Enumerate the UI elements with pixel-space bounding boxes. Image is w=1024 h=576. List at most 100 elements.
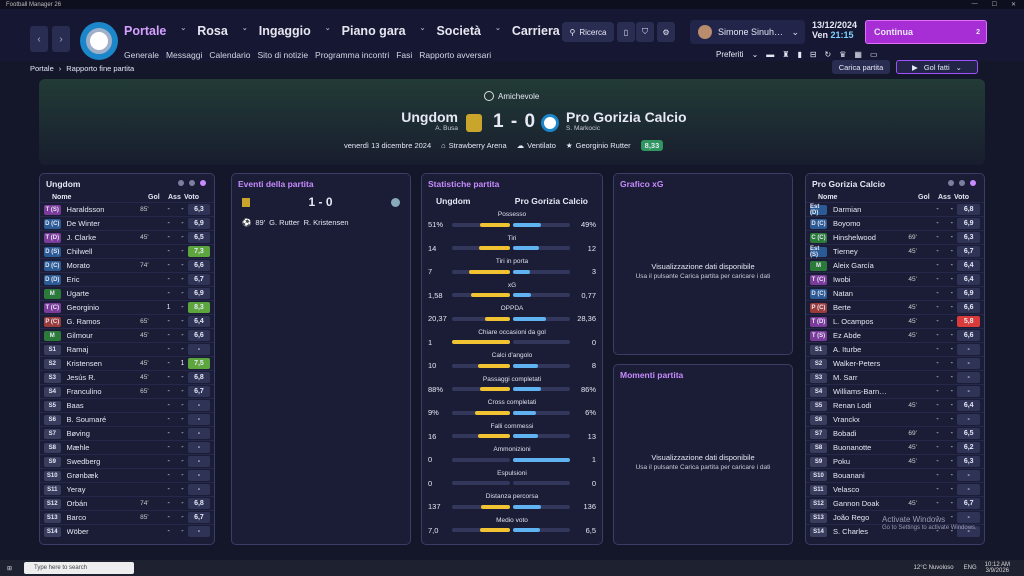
table-row[interactable]: S7 Bobadi 69' - -6,5 <box>806 426 984 440</box>
player-name[interactable]: Orbán <box>67 499 141 508</box>
player-name[interactable]: Hinshelwood <box>833 233 908 242</box>
weather-widget[interactable]: 12°C Nuvoloso <box>914 565 954 571</box>
view-toggle[interactable] <box>178 180 206 186</box>
close-icon[interactable]: ✕ <box>1011 1 1016 8</box>
language-indicator[interactable]: ENG <box>964 565 977 571</box>
chat-icon[interactable]: ▬ <box>766 50 774 59</box>
menu-item-0[interactable]: Portale <box>124 24 166 38</box>
gear-icon[interactable]: ⚙ <box>657 22 675 42</box>
view-toggle[interactable] <box>948 180 976 186</box>
table-row[interactable]: D (C) De Winter - -6,9 <box>40 216 214 230</box>
table-row[interactable]: S1 A. Iturbe - - - <box>806 342 984 356</box>
menu-item-1[interactable]: Rosa <box>197 24 228 38</box>
menu-item-2[interactable]: Ingaggio <box>259 24 311 38</box>
table-row[interactable]: S2 Walker-Peters - - - <box>806 356 984 370</box>
player-name[interactable]: Franculino <box>67 387 141 396</box>
submenu-item-6[interactable]: Rapporto avversari <box>419 50 491 60</box>
player-name[interactable]: Swedberg <box>67 457 141 466</box>
player-name[interactable]: Jesús R. <box>67 373 141 382</box>
player-name[interactable]: De Winter <box>67 219 141 228</box>
table-row[interactable]: T (C) Iwobi 45' - -6,4 <box>806 272 984 286</box>
player-name[interactable]: Boyomo <box>833 219 908 228</box>
player-name[interactable]: Wöber <box>67 527 141 536</box>
player-name[interactable]: G. Ramos <box>67 317 141 326</box>
submenu-item-5[interactable]: Fasi <box>396 50 412 60</box>
table-row[interactable]: T (S) Haraldsson 85' - -6,3 <box>40 202 214 216</box>
player-name[interactable]: B. Soumaré <box>67 415 141 424</box>
table-row[interactable]: S8 Mæhle - - - <box>40 440 214 454</box>
book-icon[interactable]: ▮ <box>797 50 801 59</box>
player-name[interactable]: M. Sarr <box>833 373 908 382</box>
clock[interactable]: 10:12 AM 3/9/2026 <box>985 562 1010 574</box>
player-name[interactable]: Walker-Peters <box>833 359 908 368</box>
player-name[interactable]: Aleix García <box>833 261 908 270</box>
search-button[interactable]: ⚲ Ricerca <box>562 22 614 42</box>
table-row[interactable]: T (D) L. Ocampos 45' - -5,8 <box>806 314 984 328</box>
table-row[interactable]: S4 Williams-Barn… - - - <box>806 384 984 398</box>
submenu-item-3[interactable]: Sito di notizie <box>257 50 308 60</box>
table-row[interactable]: P (C) G. Ramos 65' - -6,4 <box>40 314 214 328</box>
forward-button[interactable]: › <box>52 26 70 52</box>
player-name[interactable]: Grønbæk <box>67 471 141 480</box>
trophy-icon[interactable]: ♛ <box>839 50 846 59</box>
windows-icon[interactable]: ⊞ <box>7 565 12 572</box>
player-name[interactable]: Barco <box>67 513 141 522</box>
refresh-icon[interactable]: ↻ <box>825 50 832 59</box>
stadium[interactable]: Strawberry Arena <box>449 141 507 150</box>
table-row[interactable]: M Gilmour 45' - -6,6 <box>40 328 214 342</box>
table-row[interactable]: S5 Baas - - - <box>40 398 214 412</box>
player-name[interactable]: Bøving <box>67 429 141 438</box>
table-row[interactable]: S6 Vranckx - - - <box>806 412 984 426</box>
player-name[interactable]: Ez Abde <box>833 331 908 340</box>
goal-event[interactable]: ⚽ 89' G. Rutter R. Kristensen <box>232 212 410 233</box>
player-name[interactable]: Vranckx <box>833 415 908 424</box>
away-team[interactable]: Pro Gorizia Calcio S. Markocic <box>566 109 687 132</box>
continue-button[interactable]: Continua 2 <box>865 20 987 44</box>
table-row[interactable]: S6 B. Soumaré - - - <box>40 412 214 426</box>
submenu-item-4[interactable]: Programma incontri <box>315 50 389 60</box>
player-name[interactable]: Natan <box>833 289 908 298</box>
table-row[interactable]: S13 Barco 85' - -6,7 <box>40 510 214 524</box>
grid-icon[interactable]: ▦ <box>854 50 862 59</box>
submenu-item-2[interactable]: Calendario <box>209 50 250 60</box>
player-name[interactable]: Baas <box>67 401 141 410</box>
table-row[interactable]: S1 Ramaj - - - <box>40 342 214 356</box>
player-of-match[interactable]: Georginio Rutter <box>576 141 631 150</box>
table-row[interactable]: D (C) Boyomo - -6,9 <box>806 216 984 230</box>
table-row[interactable]: T (D) J. Clarke 45' - -6,5 <box>40 230 214 244</box>
breadcrumb-portale[interactable]: Portale <box>30 64 54 73</box>
table-row[interactable]: T (S) Ez Abde 45' - -6,6 <box>806 328 984 342</box>
player-name[interactable]: Mæhle <box>67 443 141 452</box>
table-row[interactable]: S5 Renan Lodi 45' - -6,4 <box>806 398 984 412</box>
taskbar-search[interactable]: Type here to search <box>24 562 134 574</box>
table-row[interactable]: S11 Velasco - - - <box>806 482 984 496</box>
card-icon[interactable]: ▭ <box>870 50 878 59</box>
favorites-label[interactable]: Preferiti <box>716 50 744 59</box>
player-name[interactable]: Gilmour <box>67 331 141 340</box>
player-name[interactable]: J. Clarke <box>67 233 141 242</box>
player-name[interactable]: Gannon Doak <box>833 499 908 508</box>
table-row[interactable]: T (C) Georginio 1 -8,3 <box>40 300 214 314</box>
player-name[interactable]: Poku <box>833 457 908 466</box>
clipboard-icon[interactable]: ▯ <box>617 22 635 42</box>
player-name[interactable]: Haraldsson <box>67 205 141 214</box>
player-name[interactable]: Ugarte <box>67 289 141 298</box>
player-name[interactable]: L. Ocampos <box>833 317 908 326</box>
table-row[interactable]: S7 Bøving - - - <box>40 426 214 440</box>
player-name[interactable]: Ramaj <box>67 345 141 354</box>
player-name[interactable]: Morato <box>67 261 141 270</box>
player-name[interactable]: Kristensen <box>67 359 141 368</box>
submenu-item-1[interactable]: Messaggi <box>166 50 202 60</box>
player-name[interactable]: Renan Lodi <box>833 401 908 410</box>
shirt-icon[interactable]: ♜ <box>782 50 789 59</box>
table-row[interactable]: D (C) Morato 74' - -6,6 <box>40 258 214 272</box>
table-row[interactable]: S9 Swedberg - - - <box>40 454 214 468</box>
player-name[interactable]: Tierney <box>833 247 908 256</box>
table-row[interactable]: D (S) Chilwell - -7,3 <box>40 244 214 258</box>
player-name[interactable]: Bobadi <box>833 429 908 438</box>
menu-item-5[interactable]: Carriera <box>512 24 560 38</box>
submenu-item-0[interactable]: Generale <box>124 50 159 60</box>
gol-fatti-dropdown[interactable]: ▶ Gol fatti ⌄ <box>896 60 978 74</box>
table-row[interactable]: S12 Gannon Doak 45' - -6,7 <box>806 496 984 510</box>
player-name[interactable]: Berte <box>833 303 908 312</box>
